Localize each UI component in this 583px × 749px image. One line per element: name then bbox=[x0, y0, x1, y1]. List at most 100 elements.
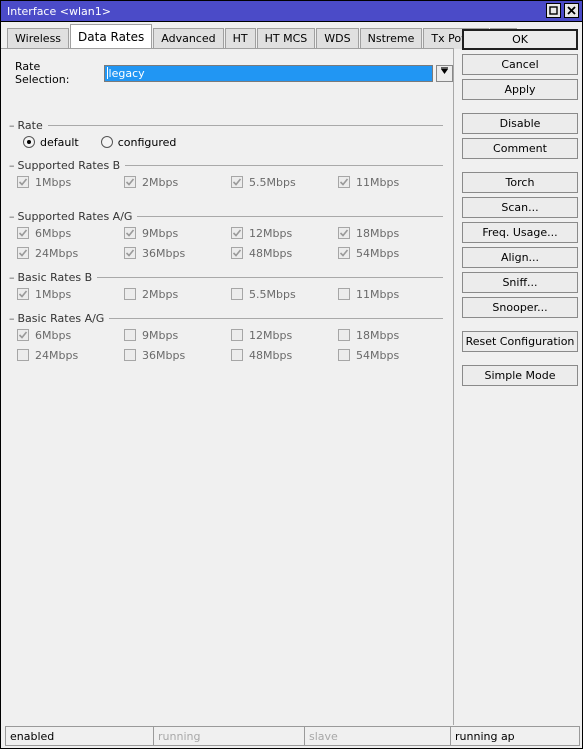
checkbox-supported-rates-ag-6Mbps[interactable] bbox=[17, 227, 29, 239]
group-rule bbox=[137, 215, 443, 217]
button-apply[interactable]: Apply bbox=[462, 79, 578, 100]
button-cancel[interactable]: Cancel bbox=[462, 54, 578, 75]
checkbox-basic-rates-ag-48Mbps[interactable] bbox=[231, 349, 243, 361]
checkbox-row: 24Mbps 36Mbps 48Mbps 54Mbps bbox=[9, 243, 445, 263]
checkbox-basic-rates-b-11Mbps[interactable] bbox=[338, 288, 350, 300]
rate-selection-dropdown-button[interactable] bbox=[436, 64, 453, 82]
checkbox-basic-rates-ag-36Mbps[interactable] bbox=[124, 349, 136, 361]
group-rule bbox=[47, 124, 443, 126]
checkbox-basic-rates-ag-18Mbps[interactable] bbox=[338, 329, 350, 341]
square-icon bbox=[549, 6, 558, 15]
checkbox-label: 11Mbps bbox=[356, 175, 400, 189]
button-scan[interactable]: Scan... bbox=[462, 197, 578, 218]
checkbox-cell: 1Mbps bbox=[17, 176, 124, 189]
button-ok[interactable]: OK bbox=[462, 29, 578, 50]
radio-default[interactable] bbox=[23, 136, 35, 148]
action-button-column: OK Cancel Apply Disable Comment Torch Scan... F… bbox=[462, 29, 578, 390]
checkbox-basic-rates-ag-12Mbps[interactable] bbox=[231, 329, 243, 341]
checkbox-cell: 6Mbps bbox=[17, 227, 124, 240]
close-icon bbox=[567, 6, 576, 15]
button-torch[interactable]: Torch bbox=[462, 172, 578, 193]
checkbox-supported-rates-ag-54Mbps[interactable] bbox=[338, 247, 350, 259]
checkbox-label: 54Mbps bbox=[356, 348, 400, 362]
group-dash-icon: – bbox=[9, 209, 15, 223]
check-icon bbox=[125, 249, 135, 257]
checkbox-supported-rates-b-1Mbps[interactable] bbox=[17, 176, 29, 188]
button-align[interactable]: Align... bbox=[462, 247, 578, 268]
tab-wds[interactable]: WDS bbox=[316, 28, 359, 49]
title-bar: Interface <wlan1> bbox=[1, 1, 582, 22]
check-icon bbox=[18, 229, 28, 237]
checkbox-basic-rates-b-5.5Mbps[interactable] bbox=[231, 288, 243, 300]
checkbox-cell: 9Mbps bbox=[124, 329, 231, 342]
checkbox-label: 48Mbps bbox=[249, 348, 293, 362]
checkbox-cell: 36Mbps bbox=[124, 349, 231, 362]
check-icon bbox=[125, 178, 135, 186]
checkbox-cell: 2Mbps bbox=[124, 176, 231, 189]
group-supported-rates-b: – Supported Rates B 1Mbps 2Mbps 5.5Mbps 11Mbp… bbox=[9, 158, 445, 192]
check-icon bbox=[232, 249, 242, 257]
rate-selection-input[interactable]: legacy bbox=[103, 64, 434, 82]
checkbox-label: 12Mbps bbox=[249, 328, 293, 342]
checkbox-supported-rates-ag-36Mbps[interactable] bbox=[124, 247, 136, 259]
checkbox-label: 24Mbps bbox=[35, 246, 79, 260]
checkbox-cell: 54Mbps bbox=[338, 247, 445, 260]
checkbox-cell: 1Mbps bbox=[17, 288, 124, 301]
checkbox-basic-rates-ag-54Mbps[interactable] bbox=[338, 349, 350, 361]
tab-advanced[interactable]: Advanced bbox=[153, 28, 224, 49]
checkbox-supported-rates-b-11Mbps[interactable] bbox=[338, 176, 350, 188]
checkbox-basic-rates-ag-6Mbps[interactable] bbox=[17, 329, 29, 341]
data-rates-panel: Rate Selection: legacy – Rate default confi… bbox=[1, 48, 453, 725]
radio-group-rate: default configured bbox=[9, 132, 445, 152]
checkbox-label: 12Mbps bbox=[249, 226, 293, 240]
interface-dialog-window: Interface <wlan1> Wireless Data Rates Adva… bbox=[0, 0, 583, 749]
checkbox-cell: 18Mbps bbox=[338, 329, 445, 342]
checkbox-basic-rates-b-1Mbps[interactable] bbox=[17, 288, 29, 300]
radio-configured[interactable] bbox=[100, 136, 113, 148]
checkbox-supported-rates-ag-48Mbps[interactable] bbox=[231, 247, 243, 259]
rate-selection-label: Rate Selection: bbox=[15, 60, 70, 86]
button-sniff[interactable]: Sniff... bbox=[462, 272, 578, 293]
close-button[interactable] bbox=[564, 3, 579, 18]
button-reset-configuration[interactable]: Reset Configuration bbox=[462, 331, 578, 352]
checkbox-basic-rates-ag-9Mbps[interactable] bbox=[124, 329, 136, 341]
radio-label: default bbox=[40, 135, 79, 149]
button-simple-mode[interactable]: Simple Mode bbox=[462, 365, 578, 386]
checkbox-supported-rates-b-2Mbps[interactable] bbox=[124, 176, 136, 188]
tab-wireless[interactable]: Wireless bbox=[7, 28, 70, 49]
checkbox-basic-rates-ag-24Mbps[interactable] bbox=[17, 349, 29, 361]
check-icon bbox=[339, 229, 349, 237]
check-icon bbox=[339, 178, 349, 186]
button-snooper[interactable]: Snooper... bbox=[462, 297, 578, 318]
group-basic-rates-ag: – Basic Rates A/G 6Mbps 9Mbps 12Mbps 18Mbps 24… bbox=[9, 311, 445, 365]
group-title: Basic Rates A/G bbox=[17, 311, 105, 325]
checkbox-cell: 18Mbps bbox=[338, 227, 445, 240]
tab-ht[interactable]: HT bbox=[224, 28, 256, 49]
checkbox-cell: 2Mbps bbox=[124, 288, 231, 301]
tab-nstreme[interactable]: Nstreme bbox=[359, 28, 423, 49]
checkbox-supported-rates-ag-9Mbps[interactable] bbox=[124, 227, 136, 239]
tab-data-rates[interactable]: Data Rates bbox=[70, 24, 153, 49]
group-dash-icon: – bbox=[9, 311, 15, 325]
checkbox-label: 54Mbps bbox=[356, 246, 400, 260]
group-rule bbox=[109, 317, 443, 319]
tab-ht-mcs[interactable]: HT MCS bbox=[256, 28, 316, 49]
checkbox-cell: 9Mbps bbox=[124, 227, 231, 240]
group-rule bbox=[125, 164, 443, 166]
panel-divider bbox=[453, 48, 454, 725]
button-disable[interactable]: Disable bbox=[462, 113, 578, 134]
checkbox-supported-rates-ag-12Mbps[interactable] bbox=[231, 227, 243, 239]
checkbox-label: 5.5Mbps bbox=[249, 175, 296, 189]
button-freq-usage[interactable]: Freq. Usage... bbox=[462, 222, 578, 243]
button-comment[interactable]: Comment bbox=[462, 138, 578, 159]
checkbox-row: 1Mbps 2Mbps 5.5Mbps 11Mbps bbox=[9, 284, 445, 304]
checkbox-basic-rates-b-2Mbps[interactable] bbox=[124, 288, 136, 300]
checkbox-label: 36Mbps bbox=[142, 348, 186, 362]
checkbox-label: 9Mbps bbox=[142, 328, 179, 342]
checkbox-supported-rates-b-5.5Mbps[interactable] bbox=[231, 176, 243, 188]
checkbox-label: 24Mbps bbox=[35, 348, 79, 362]
checkbox-cell: 12Mbps bbox=[231, 227, 338, 240]
maximize-button[interactable] bbox=[546, 3, 561, 18]
checkbox-supported-rates-ag-18Mbps[interactable] bbox=[338, 227, 350, 239]
checkbox-supported-rates-ag-24Mbps[interactable] bbox=[17, 247, 29, 259]
